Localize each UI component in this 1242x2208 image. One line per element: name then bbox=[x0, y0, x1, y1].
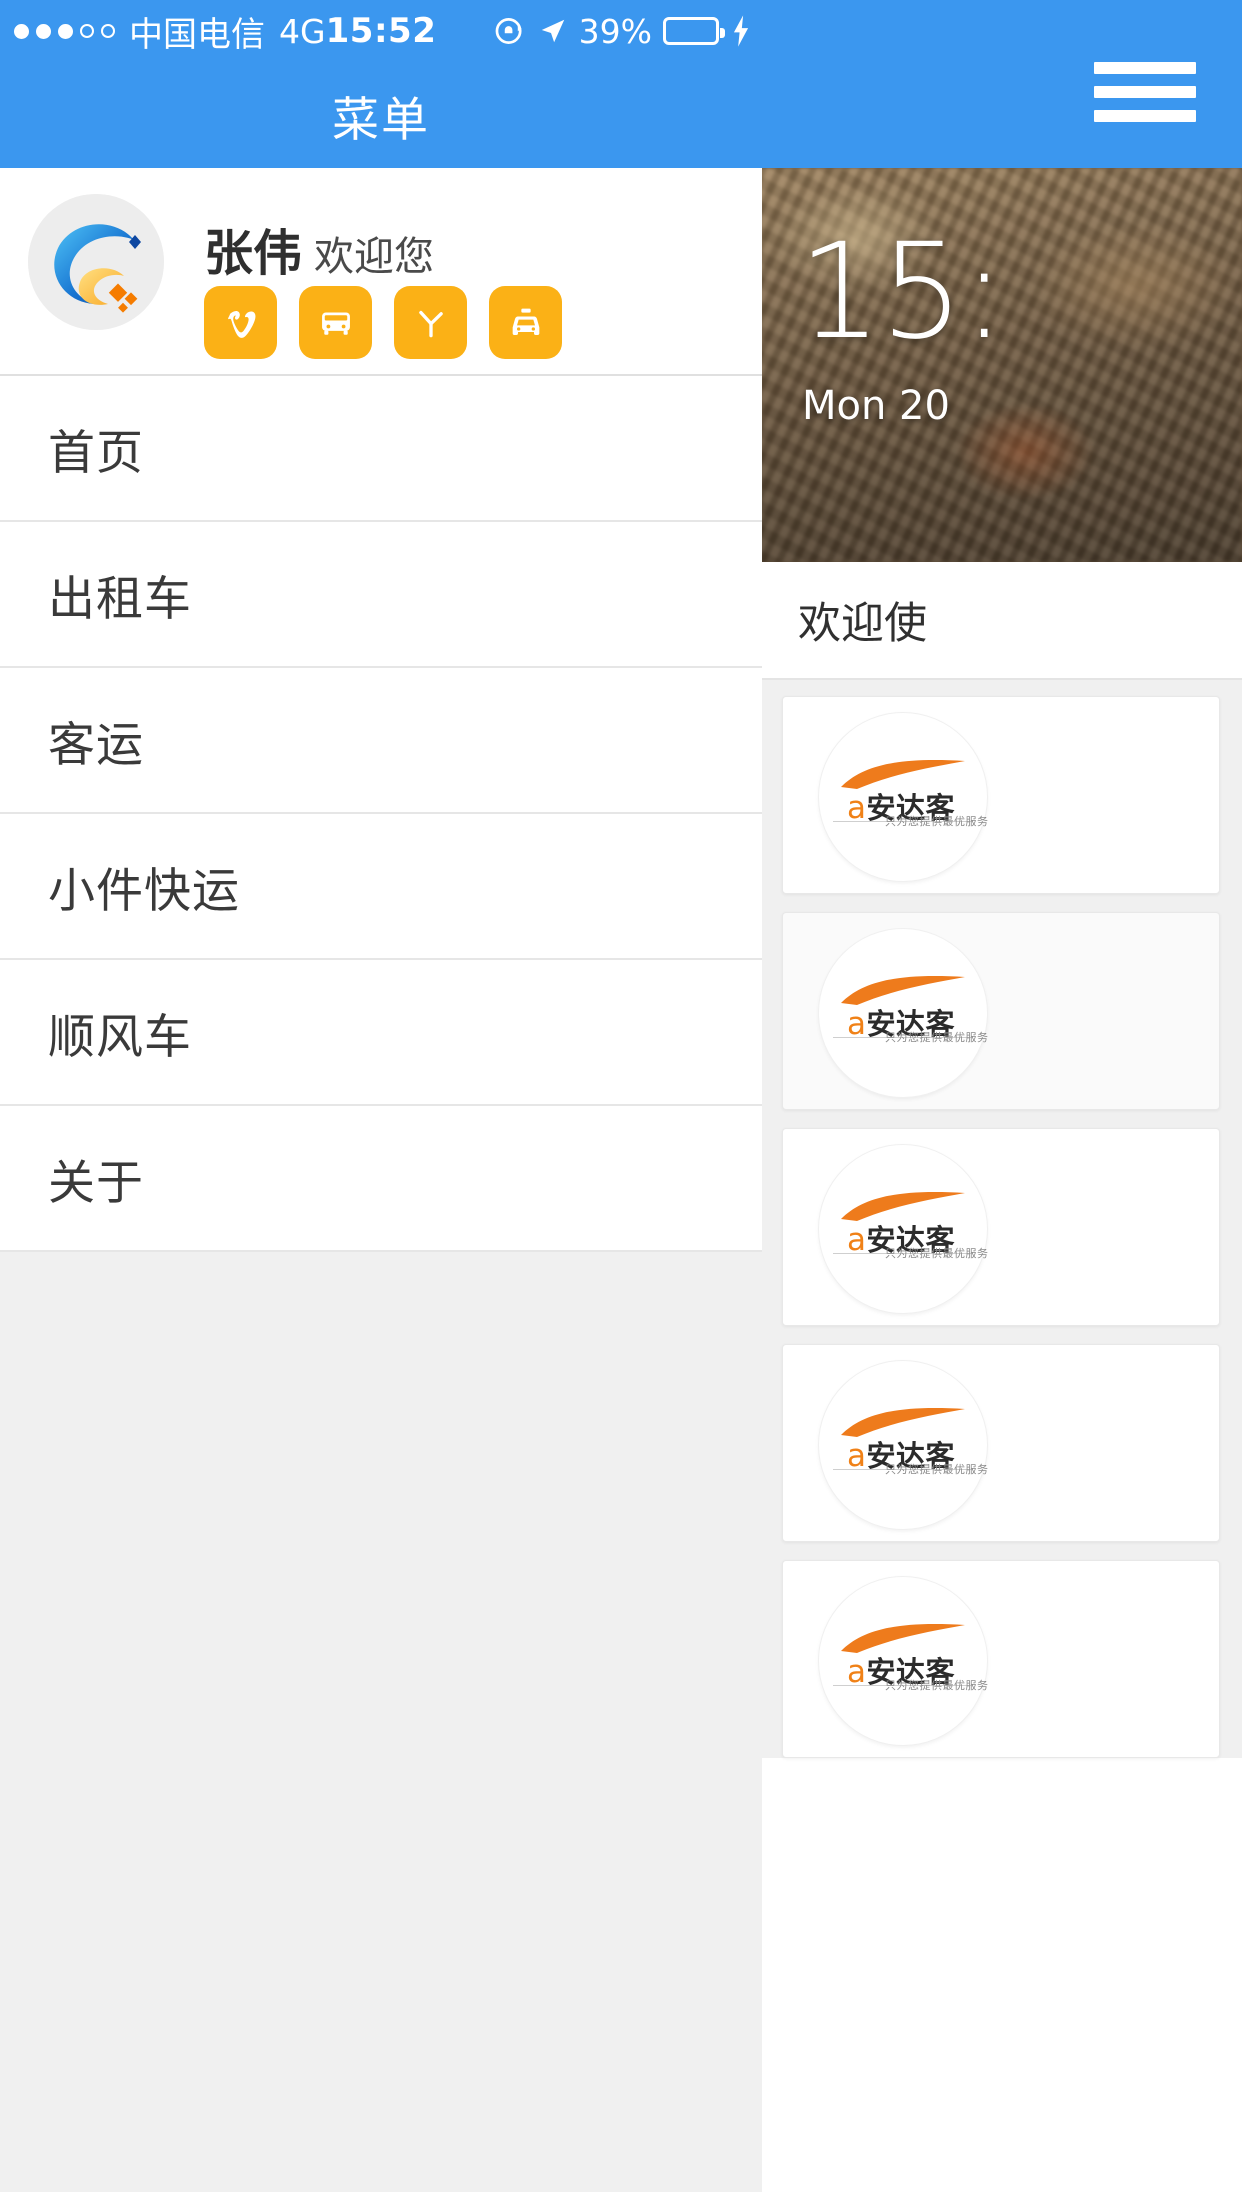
battery-icon bbox=[663, 17, 725, 45]
rotation-lock-icon bbox=[495, 18, 522, 44]
brand-logo: a安达客 只为您提供最优服务 bbox=[819, 1361, 989, 1529]
branch-icon bbox=[418, 310, 443, 337]
brand-tagline: 只为您提供最优服务 bbox=[885, 1679, 989, 1692]
brand-tagline: 只为您提供最优服务 bbox=[885, 1031, 989, 1044]
battery-percent-label: 39% bbox=[578, 11, 652, 51]
main-navbar bbox=[760, 0, 1242, 168]
card-list: a安达客 只为您提供最优服务 a安达客 只为您提供最优服务 a安达客 只为您提供… bbox=[760, 680, 1242, 1758]
menu-item-taxi[interactable]: 出租车 bbox=[0, 522, 762, 668]
bus-icon bbox=[321, 312, 350, 335]
menu-item-about[interactable]: 关于 bbox=[0, 1106, 762, 1252]
location-arrow-icon bbox=[541, 19, 564, 43]
app-screen: 15: Mon 20 欢迎使 a安达客 只为您提供最优服务 a安达客 只为您提供… bbox=[0, 0, 1242, 2208]
brand-logo: a安达客 只为您提供最优服务 bbox=[819, 1577, 989, 1745]
menu-empty-area bbox=[0, 1252, 762, 2192]
list-item[interactable]: a安达客 只为您提供最优服务 bbox=[782, 912, 1220, 1110]
v-logo-icon bbox=[227, 310, 255, 338]
menu-item-label: 顺风车 bbox=[48, 1009, 192, 1065]
menu-item-home[interactable]: 首页 bbox=[0, 376, 762, 522]
welcome-bar: 欢迎使 bbox=[760, 562, 1242, 680]
menu-item-small-parcel[interactable]: 小件快运 bbox=[0, 814, 762, 960]
user-name-row: 张伟 欢迎您 bbox=[204, 214, 434, 285]
brand-logo: a安达客 只为您提供最优服务 bbox=[819, 713, 989, 881]
drawer-navbar: 菜单 bbox=[0, 62, 762, 168]
menu-item-label: 小件快运 bbox=[48, 863, 240, 919]
quick-action-taxi[interactable] bbox=[489, 286, 562, 359]
charging-bolt-icon bbox=[733, 15, 749, 47]
quick-action-row bbox=[204, 286, 562, 359]
menu-item-label: 关于 bbox=[48, 1155, 144, 1211]
menu-item-passenger-transport[interactable]: 客运 bbox=[0, 668, 762, 814]
user-name: 张伟 bbox=[204, 225, 303, 282]
avatar[interactable] bbox=[28, 194, 164, 330]
welcome-suffix: 欢迎您 bbox=[314, 234, 435, 280]
brand-logo: a安达客 只为您提供最优服务 bbox=[819, 1145, 989, 1313]
menu-list: 首页 出租车 客运 小件快运 顺风车 关于 bbox=[0, 376, 762, 2192]
list-item[interactable]: a安达客 只为您提供最优服务 bbox=[782, 1344, 1220, 1542]
side-menu-drawer: 中国电信 4G 15:52 39% 菜单 张伟 欢迎您 首页 出租车 客运 小件… bbox=[0, 0, 762, 2208]
hero-banner[interactable]: 15: Mon 20 bbox=[760, 168, 1242, 562]
list-item[interactable]: a安达客 只为您提供最优服务 bbox=[782, 1128, 1220, 1326]
hero-date: Mon 20 bbox=[802, 383, 950, 429]
menu-item-label: 客运 bbox=[48, 717, 144, 773]
menu-item-label: 首页 bbox=[48, 425, 144, 481]
quick-action-bus[interactable] bbox=[299, 286, 372, 359]
welcome-text: 欢迎使 bbox=[798, 599, 927, 649]
taxi-icon bbox=[512, 308, 539, 335]
menu-item-carpool[interactable]: 顺风车 bbox=[0, 960, 762, 1106]
company-logo-avatar bbox=[28, 194, 164, 330]
brand-logo: a安达客 只为您提供最优服务 bbox=[819, 929, 989, 1097]
list-item[interactable]: a安达客 只为您提供最优服务 bbox=[782, 1560, 1220, 1758]
quick-action-branch[interactable] bbox=[394, 286, 467, 359]
brand-tagline: 只为您提供最优服务 bbox=[885, 815, 989, 828]
status-bar-right: 39% bbox=[493, 12, 752, 51]
status-bar: 中国电信 4G 15:52 39% bbox=[0, 0, 762, 62]
menu-item-label: 出租车 bbox=[48, 571, 192, 627]
main-content-panel[interactable]: 15: Mon 20 欢迎使 a安达客 只为您提供最优服务 a安达客 只为您提供… bbox=[760, 0, 1242, 2208]
profile-header[interactable]: 张伟 欢迎您 bbox=[0, 168, 762, 376]
brand-tagline: 只为您提供最优服务 bbox=[885, 1463, 989, 1476]
page-title: 菜单 bbox=[332, 92, 430, 148]
brand-tagline: 只为您提供最优服务 bbox=[885, 1247, 989, 1260]
hamburger-menu-icon[interactable] bbox=[1094, 58, 1196, 126]
list-item[interactable]: a安达客 只为您提供最优服务 bbox=[782, 696, 1220, 894]
quick-action-v[interactable] bbox=[204, 286, 277, 359]
hero-time: 15: bbox=[798, 215, 1006, 369]
